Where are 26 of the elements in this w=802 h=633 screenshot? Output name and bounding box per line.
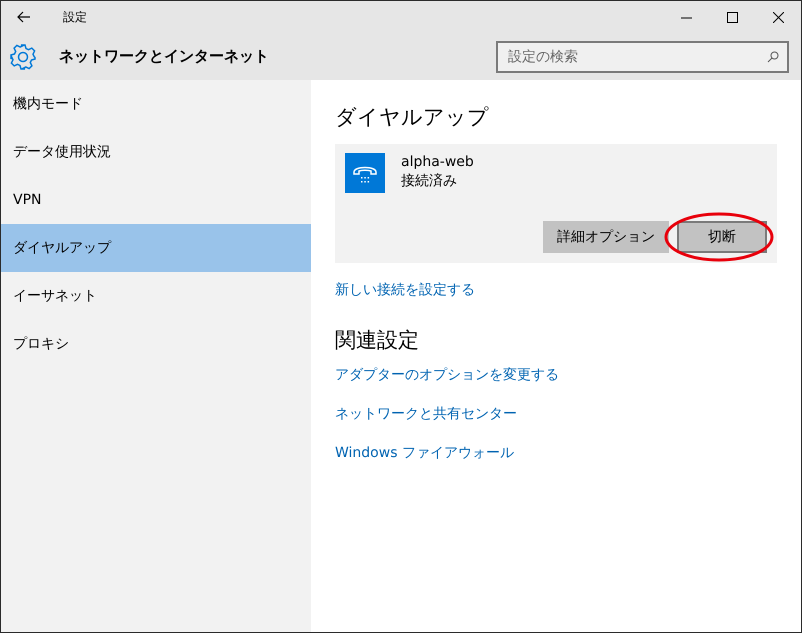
related-link[interactable]: ネットワークと共有センター xyxy=(335,404,517,425)
related-link[interactable]: アダプターのオプションを変更する xyxy=(335,365,559,386)
section-title: 関連設定 xyxy=(335,327,420,354)
close-icon xyxy=(772,12,784,22)
sidebar-item[interactable]: VPN xyxy=(1,176,311,224)
settings-icon xyxy=(9,42,37,70)
related-link[interactable]: Windows ファイアウォール xyxy=(335,443,514,464)
phone-icon xyxy=(345,153,385,193)
sidebar-item[interactable]: プロキシ xyxy=(1,320,311,368)
connection-button[interactable]: 切断 xyxy=(677,221,767,253)
sidebar-item[interactable]: データ使用状況 xyxy=(1,128,311,176)
sidebar-item[interactable]: イーサネット xyxy=(1,272,311,320)
connection-card[interactable]: alpha-web 接続済み 詳細オプション 切断 xyxy=(335,144,777,263)
search-icon xyxy=(767,50,779,62)
sidebar-item[interactable]: ダイヤルアップ xyxy=(1,224,311,272)
new-connection-link[interactable]: 新しい接続を設定する xyxy=(335,280,475,301)
maximize-icon xyxy=(726,12,738,22)
connection-status: 接続済み xyxy=(401,172,458,191)
search-field[interactable]: 設定の検索 xyxy=(496,40,789,72)
connection-button[interactable]: 詳細オプション xyxy=(543,221,669,253)
page-title: ネットワークとインターネット xyxy=(59,46,269,68)
back-arrow-icon xyxy=(17,11,31,23)
sidebar-item[interactable]: 機内モード xyxy=(1,80,311,128)
connection-name: alpha-web xyxy=(401,153,474,172)
window-title: 設定 xyxy=(63,9,87,26)
section-title: ダイヤルアップ xyxy=(335,104,490,131)
